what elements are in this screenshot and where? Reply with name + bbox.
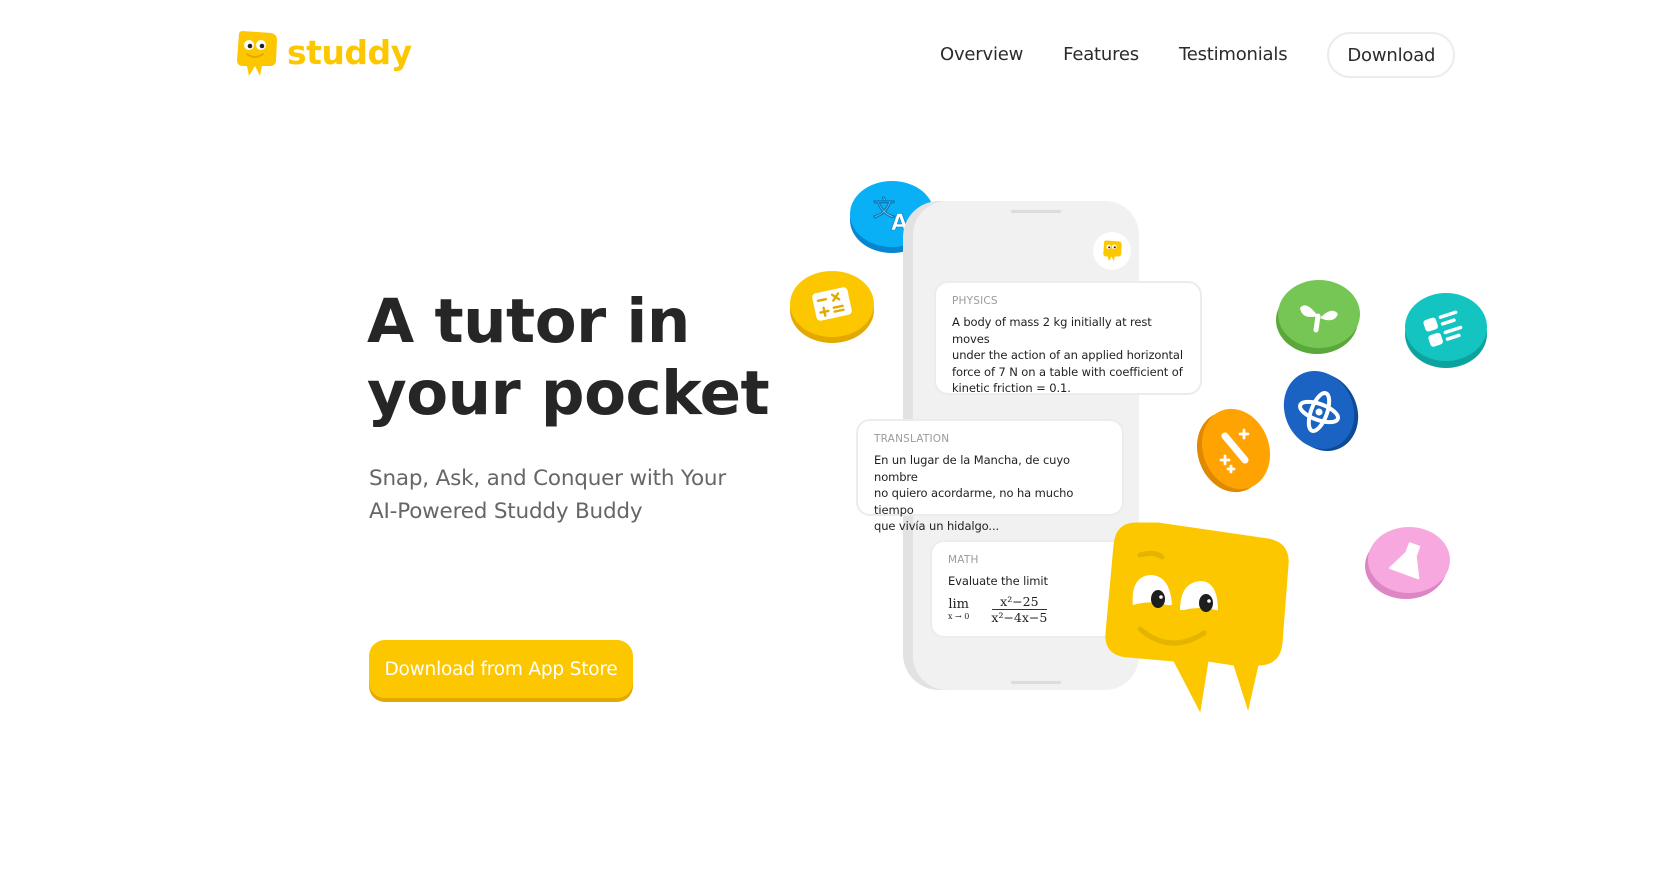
speech-bubble-mascot-icon: [1103, 240, 1122, 262]
fraction: x²−25 x²−4x−5: [983, 594, 1055, 626]
lim-word: lim: [948, 596, 970, 612]
card-line: no quiero acordarme, no ha mucho tiempo: [874, 486, 1074, 517]
checklist-icon: [1405, 293, 1487, 368]
flask-icon: [1365, 527, 1450, 599]
physics-question-card: PHYSICS A body of mass 2 kg initially at…: [934, 281, 1202, 395]
subtitle-line-2: AI-Powered Studdy Buddy: [369, 499, 643, 524]
translation-question-card: TRANSLATION En un lugar de la Mancha, de…: [856, 419, 1124, 533]
card-line: kinetic friction = 0.1.: [952, 381, 1071, 395]
app-avatar: [1093, 232, 1131, 270]
hero-headline: A tutor in your pocket: [367, 286, 770, 430]
headline-line-1: A tutor in: [367, 286, 690, 357]
limit-operator: lim x → 0: [948, 596, 970, 622]
studdy-mascot: [1100, 515, 1290, 719]
coin-chemistry: [1364, 522, 1452, 606]
download-app-store-button[interactable]: Download from App Store: [369, 640, 633, 698]
calculator-icon: [790, 271, 874, 343]
card-tag: MATH: [948, 554, 979, 566]
headline-line-2: your pocket: [367, 358, 770, 429]
speech-bubble-mascot-icon: [233, 30, 279, 78]
main-nav: Overview Features Testimonials Download: [940, 32, 1456, 78]
sprout-icon: [1276, 280, 1360, 354]
magic-wand-icon: [1196, 408, 1271, 493]
nav-link-features[interactable]: Features: [1063, 32, 1139, 78]
card-line: que vivía un hidalgo...: [874, 519, 1000, 533]
coin-reading: [1402, 288, 1490, 376]
coin-art: [1195, 406, 1273, 498]
fraction-numerator: x²−25: [992, 594, 1047, 610]
subtitle-line-1: Snap, Ask, and Conquer with Your: [369, 466, 726, 491]
card-tag: TRANSLATION: [874, 433, 950, 445]
nav-link-overview[interactable]: Overview: [940, 32, 1023, 78]
site-header: studdy Overview Features Testimonials Do…: [0, 0, 1680, 110]
card-tag: PHYSICS: [952, 295, 998, 307]
download-button[interactable]: Download: [1327, 32, 1456, 78]
brand-name: studdy: [287, 32, 412, 72]
limit-expression: lim x → 0 x²−25 x²−4x−5: [948, 594, 1112, 626]
hero-subtitle: Snap, Ask, and Conquer with Your AI-Powe…: [369, 462, 739, 528]
card-line: under the action of an applied horizonta…: [952, 348, 1183, 362]
mascot-character-icon: [1105, 522, 1289, 713]
card-prompt: Evaluate the limit: [948, 574, 1048, 588]
coin-biology: [1274, 276, 1362, 362]
card-body: En un lugar de la Mancha, de cuyo nombre…: [874, 452, 1106, 535]
phone-speaker: [1011, 210, 1061, 213]
phone-home-indicator: [1011, 681, 1061, 684]
card-line: En un lugar de la Mancha, de cuyo nombre: [874, 453, 1070, 484]
coin-math: [788, 268, 876, 350]
nav-link-testimonials[interactable]: Testimonials: [1179, 32, 1288, 78]
fraction-denominator: x²−4x−5: [991, 609, 1048, 625]
card-line: force of 7 N on a table with coefficient…: [952, 364, 1183, 379]
card-line: A body of mass 2 kg initially at rest mo…: [952, 315, 1152, 346]
card-body: A body of mass 2 kg initially at rest mo…: [952, 314, 1184, 397]
coin-physics: [1282, 368, 1360, 458]
lim-subscript: x → 0: [948, 611, 970, 621]
logo-link[interactable]: studdy: [233, 30, 412, 78]
atom-icon: [1283, 371, 1359, 451]
